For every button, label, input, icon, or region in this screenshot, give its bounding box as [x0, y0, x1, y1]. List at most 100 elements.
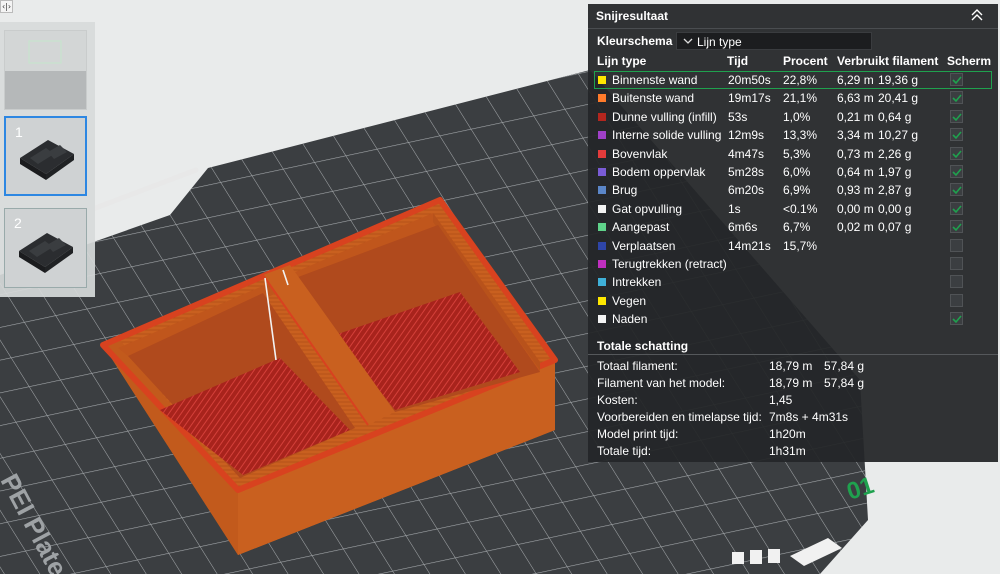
line-type-row[interactable]: Bovenvlak 4m47s 5,3% 0,73 m 2,26 g	[588, 145, 998, 163]
line-type-name: Brug	[612, 183, 638, 198]
estimate-label: Voorbereiden en timelapse tijd:	[597, 410, 762, 424]
line-type-percent: 22,8%	[783, 73, 818, 87]
estimate-value: 7m8s + 4m31s	[769, 410, 849, 424]
line-type-row[interactable]: Gat opvulling 1s <0.1% 0,00 m 0,00 g	[588, 200, 998, 218]
estimate-value-secondary: 57,84 g	[824, 359, 865, 373]
checkmark-icon	[952, 315, 962, 324]
color-swatch	[598, 94, 606, 103]
collapse-sidebar-toggle[interactable]: ‹|›	[0, 0, 13, 13]
checkmark-icon	[952, 186, 962, 195]
display-checkbox[interactable]	[950, 91, 963, 105]
line-type-time: 6m6s	[728, 220, 758, 235]
line-type-row[interactable]: Buitenste wand 19m17s 21,1% 6,63 m 20,41 g	[588, 89, 998, 107]
line-type-row[interactable]: Terugtrekken (retract)	[588, 255, 998, 273]
line-type-percent: <0.1%	[783, 201, 818, 216]
display-checkbox[interactable]	[950, 257, 963, 270]
chevron-down-icon	[683, 38, 693, 44]
plate-thumbnail-0[interactable]	[4, 30, 87, 110]
line-type-name: Naden	[612, 312, 648, 327]
line-type-length: 0,73 m	[837, 146, 874, 161]
line-type-row[interactable]: Binnenste wand 20m50s 22,8% 6,29 m 19,36 g	[594, 71, 992, 89]
color-swatch	[598, 315, 606, 324]
line-type-time: 20m50s	[728, 73, 771, 87]
line-type-time: 53s	[728, 109, 748, 124]
estimate-value: 18,79 m	[769, 359, 813, 373]
line-type-row[interactable]: Intrekken	[588, 273, 998, 291]
display-checkbox[interactable]	[950, 128, 963, 142]
display-checkbox[interactable]	[950, 183, 963, 197]
line-type-name: Binnenste wand	[612, 73, 698, 87]
color-swatch	[598, 149, 606, 158]
line-type-name: Dunne vulling (infill)	[612, 109, 717, 124]
estimate-value: 18,79 m	[769, 376, 813, 390]
checkmark-icon	[952, 76, 962, 85]
checkmark-icon	[952, 223, 962, 232]
line-type-percent: 1,0%	[783, 109, 811, 124]
line-type-row[interactable]: Vegen	[588, 292, 998, 310]
plate-thumbnail-1[interactable]: 1	[4, 116, 87, 196]
checkmark-icon	[952, 205, 962, 213]
color-swatch	[598, 76, 606, 84]
display-checkbox[interactable]	[950, 312, 963, 326]
plate-thumbnails-panel: 1 2	[0, 22, 95, 297]
estimate-value: 1,45	[769, 393, 793, 407]
header-display: Scherm	[947, 54, 992, 68]
line-type-length: 0,64 m	[837, 165, 874, 179]
color-swatch	[598, 112, 606, 121]
estimate-label: Filament van het model:	[597, 376, 726, 390]
header-line-type: Lijn type	[597, 54, 647, 68]
line-type-weight: 0,07 g	[878, 220, 912, 235]
estimate-row: Totaal filament: 18,79 m 57,84 g	[597, 359, 997, 375]
line-type-time: 12m9s	[728, 128, 765, 143]
line-type-name: Aangepast	[612, 220, 670, 235]
panel-title: Snijresultaat	[596, 9, 669, 23]
color-swatch	[598, 260, 606, 268]
estimate-value: 1h31m	[769, 444, 806, 458]
line-type-time: 19m17s	[728, 91, 771, 106]
line-type-length: 6,63 m	[837, 91, 874, 106]
color-scheme-value: Lijn type	[697, 35, 742, 49]
display-checkbox[interactable]	[950, 275, 963, 289]
line-type-row[interactable]: Dunne vulling (infill) 53s 1,0% 0,21 m 0,64 …	[588, 108, 998, 126]
display-checkbox[interactable]	[950, 220, 963, 234]
line-type-name: Gat opvulling	[612, 201, 683, 216]
estimate-row: Model print tijd: 1h20m	[597, 427, 997, 443]
line-type-weight: 19,36 g	[878, 73, 919, 87]
checkmark-icon	[952, 113, 962, 121]
checkmark-icon	[952, 131, 962, 140]
line-type-name: Buitenste wand	[612, 91, 695, 106]
line-type-length: 0,93 m	[837, 183, 874, 198]
line-type-row[interactable]: Naden	[588, 310, 998, 328]
estimate-row: Voorbereiden en timelapse tijd: 7m8s + 4m…	[597, 410, 997, 426]
line-type-percent: 6,0%	[783, 165, 811, 179]
line-type-row[interactable]: Bodem oppervlak 5m28s 6,0% 0,64 m 1,97 g	[588, 163, 998, 181]
color-scheme-dropdown[interactable]: Lijn type	[676, 32, 872, 50]
estimate-value: 1h20m	[769, 427, 806, 441]
display-checkbox[interactable]	[950, 165, 963, 178]
header-percent: Procent	[783, 54, 828, 68]
display-checkbox[interactable]	[950, 238, 963, 252]
display-checkbox[interactable]	[950, 146, 963, 160]
plate-thumbnail-number: 2	[14, 215, 22, 231]
line-type-time: 6m20s	[728, 183, 765, 198]
line-type-row[interactable]: Brug 6m20s 6,9% 0,93 m 2,87 g	[588, 181, 998, 199]
color-swatch	[598, 186, 606, 195]
line-type-percent: 6,9%	[783, 183, 811, 198]
line-type-name: Interne solide vulling	[612, 128, 722, 143]
totals-divider	[588, 354, 998, 355]
line-type-weight: 2,26 g	[878, 146, 912, 161]
line-type-row[interactable]: Verplaatsen 14m21s 15,7%	[588, 237, 998, 255]
line-type-weight: 1,97 g	[878, 165, 912, 179]
display-checkbox[interactable]	[950, 201, 963, 215]
display-checkbox[interactable]	[950, 293, 963, 307]
plate-thumbnail-2[interactable]: 2	[4, 208, 87, 288]
header-time: Tijd	[727, 54, 749, 68]
line-type-row[interactable]: Interne solide vulling 12m9s 13,3% 3,34 m 10…	[588, 126, 998, 144]
display-checkbox[interactable]	[950, 73, 963, 86]
line-type-time: 14m21s	[728, 238, 771, 253]
line-type-row[interactable]: Aangepast 6m6s 6,7% 0,02 m 0,07 g	[588, 218, 998, 236]
collapse-panel-icon[interactable]	[970, 8, 984, 22]
display-checkbox[interactable]	[950, 109, 963, 123]
line-type-name: Bodem oppervlak	[612, 165, 706, 179]
plate-thumbnail-number: 1	[15, 124, 23, 140]
